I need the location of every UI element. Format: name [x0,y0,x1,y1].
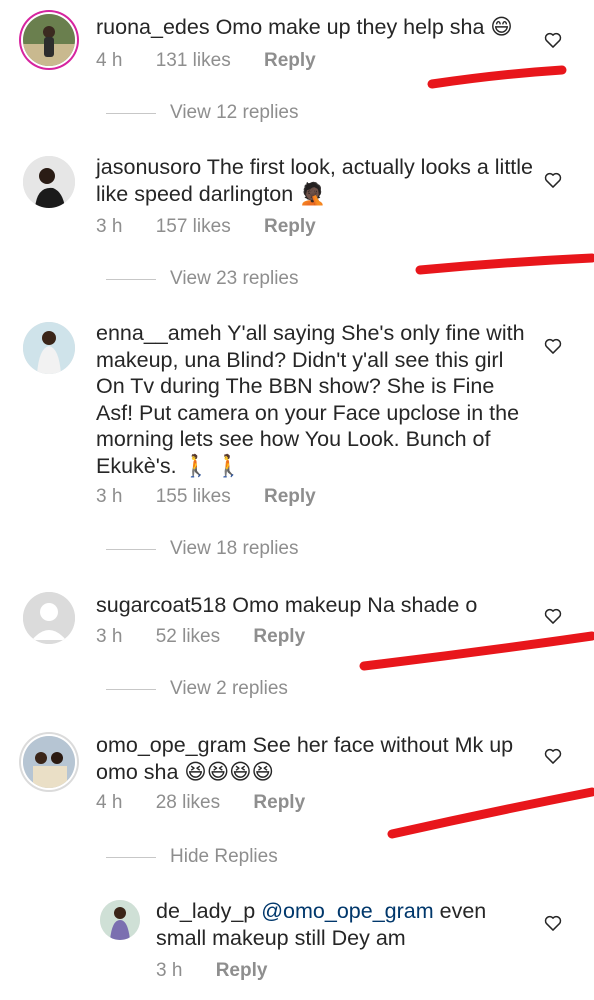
view-replies-label[interactable]: View 12 replies [170,102,299,124]
username[interactable]: jasonusoro [96,155,201,179]
timestamp: 3 h [96,626,123,647]
mention-link[interactable]: @omo_ope_gram [261,899,433,923]
red-stroke [415,253,594,275]
likes-count[interactable]: 155 likes [156,486,231,507]
heart-icon[interactable] [543,913,563,933]
username[interactable]: de_lady_p [156,899,255,923]
comment-body: Omo make up they help sha 😄 [215,15,513,39]
view-replies-button[interactable]: View 18 replies [106,538,299,560]
view-replies-button[interactable]: View 2 replies [106,678,288,700]
comment-meta: 3 h 157 likes Reply [96,216,344,238]
reply-button[interactable]: Reply [253,626,305,647]
view-replies-label[interactable]: View 2 replies [170,678,288,700]
view-replies-label[interactable]: View 18 replies [170,538,299,560]
divider-line [106,112,156,114]
heart-icon[interactable] [543,606,563,626]
avatar[interactable] [23,592,75,644]
divider-line [106,688,156,690]
username[interactable]: ruona_edes [96,15,210,39]
reply-button[interactable]: Reply [253,792,305,813]
divider-line [106,548,156,550]
username[interactable]: enna__ameh [96,321,222,345]
comment-text: omo_ope_gram See her face without Mk up … [96,732,536,785]
comment-meta: 4 h 28 likes Reply [96,792,333,814]
view-replies-button[interactable]: View 23 replies [106,268,299,290]
comment-text: ruona_edes Omo make up they help sha 😄 [96,14,536,41]
red-stroke [427,65,567,89]
avatar[interactable] [23,14,75,66]
comment-meta: 3 h 155 likes Reply [96,486,344,508]
timestamp: 4 h [96,792,123,813]
comment-text: enna__ameh Y'all saying She's only fine … [96,320,536,479]
comment-body: Omo makeup Na shade o [232,593,478,617]
avatar[interactable] [100,900,140,940]
timestamp: 3 h [96,486,123,507]
heart-icon[interactable] [543,336,563,356]
reply-button[interactable]: Reply [216,960,268,981]
reply-button[interactable]: Reply [264,486,316,507]
comment-text: de_lady_p @omo_ope_gram even small makeu… [156,898,536,951]
avatar[interactable] [23,156,75,208]
reply-button[interactable]: Reply [264,216,316,237]
timestamp: 3 h [156,960,183,981]
divider-line [106,278,156,280]
comment-meta: 4 h 131 likes Reply [96,50,344,72]
likes-count[interactable]: 28 likes [156,792,220,813]
avatar[interactable] [23,736,75,788]
view-replies-button[interactable]: View 12 replies [106,102,299,124]
hide-replies-label[interactable]: Hide Replies [170,846,278,868]
reply-button[interactable]: Reply [264,50,316,71]
username[interactable]: sugarcoat518 [96,593,226,617]
comment-meta: 3 h Reply [156,960,295,982]
heart-icon[interactable] [543,746,563,766]
red-stroke [359,631,594,671]
timestamp: 4 h [96,50,123,71]
likes-count[interactable]: 131 likes [156,50,231,71]
view-replies-label[interactable]: View 23 replies [170,268,299,290]
likes-count[interactable]: 157 likes [156,216,231,237]
timestamp: 3 h [96,216,123,237]
heart-icon[interactable] [543,170,563,190]
comment-meta: 3 h 52 likes Reply [96,626,333,648]
likes-count[interactable]: 52 likes [156,626,220,647]
hide-replies-button[interactable]: Hide Replies [106,846,278,868]
heart-icon[interactable] [543,30,563,50]
red-stroke [387,787,594,839]
avatar[interactable] [23,322,75,374]
comment-text: sugarcoat518 Omo makeup Na shade o [96,592,536,619]
username[interactable]: omo_ope_gram [96,733,247,757]
divider-line [106,856,156,858]
comment-text: jasonusoro The first look, actually look… [96,154,536,207]
